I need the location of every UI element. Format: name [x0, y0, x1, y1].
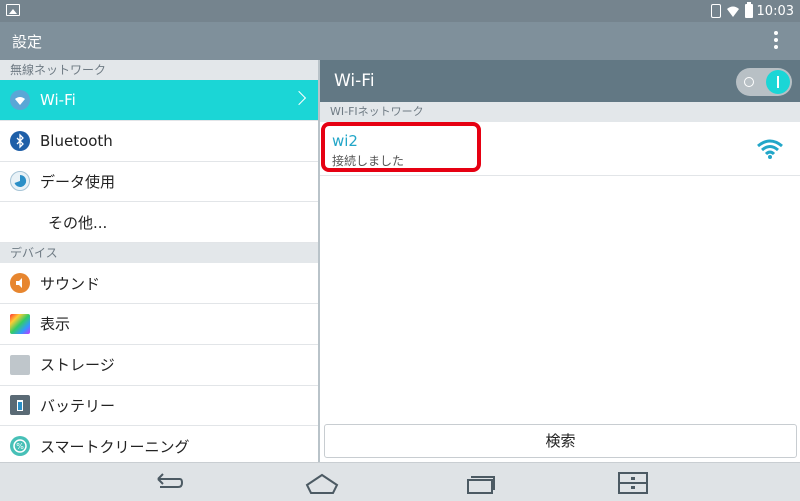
- sidebar-item-bluetooth[interactable]: Bluetooth: [0, 121, 318, 162]
- smart-cleaning-icon: %: [10, 436, 30, 457]
- sidebar-item-label: 表示: [40, 315, 71, 334]
- sidebar-item-wifi[interactable]: Wi-Fi: [0, 80, 318, 121]
- sidebar-item-more[interactable]: その他...: [0, 202, 318, 244]
- sidebar-item-label: Wi-Fi: [40, 90, 76, 109]
- sidebar-item-battery[interactable]: バッテリー: [0, 386, 318, 427]
- gallery-notification-icon: [6, 4, 20, 16]
- sidebar-item-data-usage[interactable]: データ使用: [0, 162, 318, 203]
- menu-icon[interactable]: [616, 471, 650, 495]
- page-title: 設定: [12, 33, 43, 51]
- battery-icon: [10, 395, 30, 416]
- settings-list: 無線ネットワーク Wi-Fi Bluetooth データ使用 その他... デバ…: [0, 60, 318, 468]
- storage-icon: [10, 354, 30, 375]
- sidebar-item-label: その他...: [48, 213, 108, 232]
- status-icons: 10:03: [710, 2, 794, 20]
- sound-icon: [10, 273, 30, 294]
- sidebar-item-sound[interactable]: サウンド: [0, 263, 318, 304]
- sidebar-item-label: データ使用: [40, 172, 116, 191]
- wifi-icon: [10, 89, 30, 110]
- display-icon: [10, 313, 30, 334]
- clock: 10:03: [756, 3, 794, 19]
- back-icon[interactable]: [150, 471, 184, 495]
- sidebar-item-label: Bluetooth: [40, 131, 113, 150]
- recent-apps-icon[interactable]: [462, 471, 496, 495]
- wifi-status-icon: [726, 6, 739, 17]
- home-icon[interactable]: [305, 471, 339, 495]
- wifi-title: Wi-Fi: [334, 71, 375, 91]
- status-bar: 10:03: [0, 0, 800, 22]
- overflow-menu-icon[interactable]: [774, 31, 778, 51]
- navigation-bar: [0, 462, 800, 501]
- highlight-annotation: [321, 122, 481, 172]
- chevron-right-icon: [291, 90, 307, 106]
- phone-status-icon: [710, 4, 721, 18]
- svg-text:%: %: [16, 442, 24, 451]
- sidebar-item-label: サウンド: [40, 274, 101, 293]
- section-header-wifi-networks: WI-FIネットワーク: [320, 102, 800, 122]
- action-bar: 設定: [0, 22, 800, 60]
- wifi-detail-pane: Wi-Fi WI-FIネットワーク wi2 接続しました: [320, 60, 800, 462]
- search-button[interactable]: 検索: [324, 424, 797, 458]
- sidebar-item-label: バッテリー: [40, 396, 116, 415]
- toggle-off-indicator: [744, 77, 754, 87]
- bluetooth-icon: [10, 130, 30, 151]
- section-header-wireless: 無線ネットワーク: [0, 60, 318, 80]
- data-usage-icon: [10, 171, 30, 192]
- wifi-header: Wi-Fi: [320, 60, 800, 102]
- battery-status-icon: [744, 2, 753, 18]
- sidebar-item-label: ストレージ: [40, 356, 115, 375]
- toggle-knob: [766, 70, 790, 94]
- wifi-signal-icon: [757, 139, 783, 159]
- sidebar-item-storage[interactable]: ストレージ: [0, 345, 318, 386]
- wifi-toggle[interactable]: [736, 68, 792, 96]
- sidebar-item-display[interactable]: 表示: [0, 304, 318, 345]
- section-header-device: デバイス: [0, 243, 318, 264]
- sidebar-item-label: スマートクリーニング: [40, 437, 190, 456]
